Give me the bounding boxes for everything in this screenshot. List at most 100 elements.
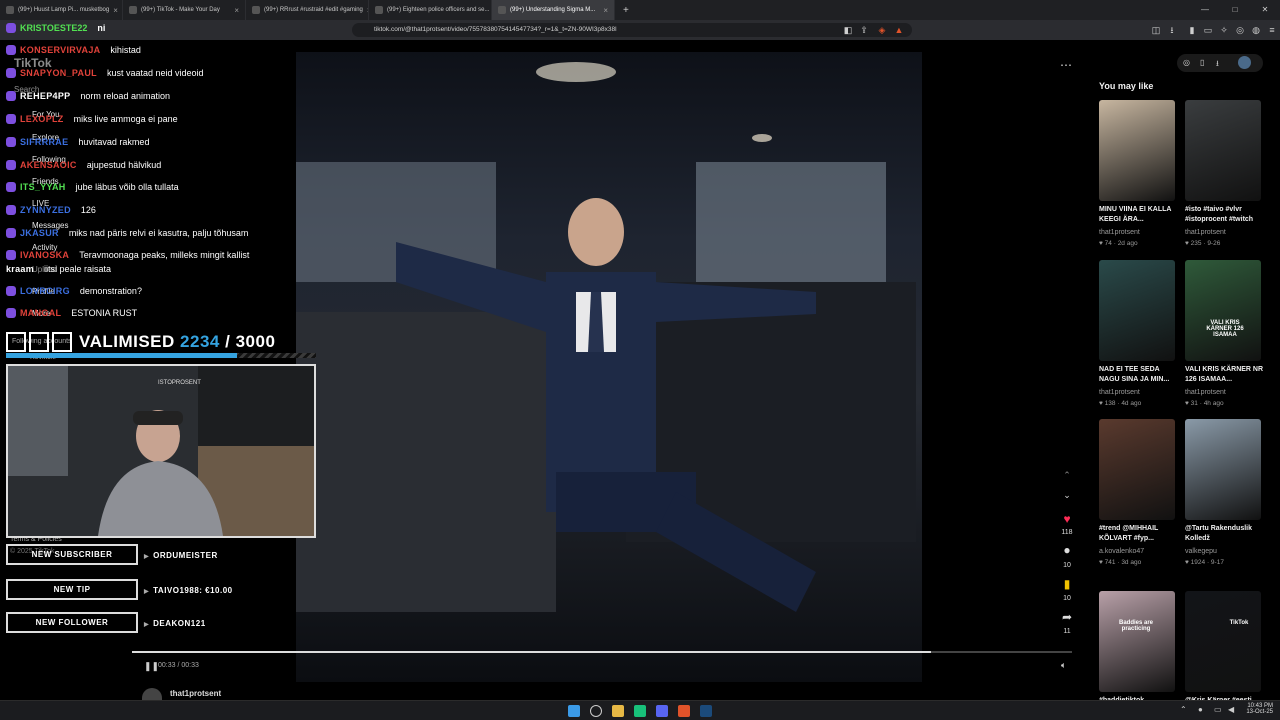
brave-icon[interactable]	[678, 705, 690, 717]
suggestion-author[interactable]: valkegepu	[1185, 548, 1217, 555]
suggestion-thumbnail[interactable]	[1185, 100, 1261, 201]
browser-tab[interactable]: (99+) Eighteen police officers and se...…	[369, 0, 492, 20]
tiktok-icon	[498, 6, 506, 14]
share-icon[interactable]: ⇪	[858, 24, 870, 36]
minimize-icon[interactable]: —	[1190, 0, 1220, 20]
clock-date: 13-Oct-25	[1246, 709, 1273, 715]
goal-progress-fill	[6, 353, 237, 358]
author-name[interactable]: that1protsent	[170, 689, 221, 698]
suggestion-author[interactable]: a.kovalenko47	[1099, 548, 1144, 555]
video-progress-track[interactable]	[132, 651, 1072, 653]
suggestion-title[interactable]: MINU VIINA EI KALLA KEEGI ÄRA...	[1099, 205, 1179, 225]
mic-icon[interactable]: ●	[1198, 705, 1203, 714]
wallet-icon[interactable]: ▭	[1202, 24, 1214, 36]
comment-icon[interactable]: ●	[1060, 543, 1074, 557]
steam-icon[interactable]	[700, 705, 712, 717]
chat-text: ESTONIA RUST	[71, 308, 138, 318]
chat-text: norm reload animation	[80, 91, 170, 101]
sub-badge-icon	[6, 182, 16, 192]
sub-badge-icon	[6, 114, 16, 124]
suggestion-thumbnail[interactable]	[1185, 260, 1261, 361]
author-avatar[interactable]	[142, 688, 162, 700]
suggestion-thumbnail[interactable]	[1099, 260, 1175, 361]
extensions-icon[interactable]: ◫	[1150, 24, 1162, 36]
reader-icon[interactable]: ◧	[842, 24, 854, 36]
tiktok-page: TikTok Search For You Explore Following …	[0, 23, 1280, 704]
suggestion-title[interactable]: @Tartu Rakenduslik Kolledž	[1185, 524, 1265, 544]
clock[interactable]: 10:43 PM 13-Oct-25	[1243, 703, 1273, 715]
sub-badge-icon	[6, 205, 16, 215]
likes-count: 118	[1061, 529, 1073, 536]
suggestion-title[interactable]: NAD EI TEE SEDA NAGU SINA JA MIN...	[1099, 365, 1179, 385]
pause-icon[interactable]: ❚❚	[144, 661, 159, 672]
suggestion-title[interactable]: #trend @MIHHAIL KÕLVART #fyp...	[1099, 524, 1179, 544]
profile-icon[interactable]: ◍	[1250, 24, 1262, 36]
chat-message: ZYNNYZED 126	[6, 202, 96, 218]
sidebar-icon[interactable]: ▮	[1186, 24, 1198, 36]
suggestion-author[interactable]: that1protsent	[1099, 229, 1140, 236]
downloads-icon[interactable]: ⭳	[1166, 24, 1178, 36]
suggestion-thumbnail[interactable]	[1185, 591, 1261, 692]
file-explorer-icon[interactable]	[612, 705, 624, 717]
suggestion-thumbnail[interactable]	[1099, 419, 1175, 520]
suggestion-author[interactable]: that1protsent	[1185, 389, 1226, 396]
suggestion-thumbnail[interactable]	[1185, 419, 1261, 520]
thumbnail-caption: VALI KRIS KÄRNER 126 ISAMAA	[1206, 320, 1244, 338]
rewards-icon[interactable]: ▲	[893, 24, 905, 36]
chevron-up-icon[interactable]: ⌃	[1180, 705, 1187, 714]
chat-username: kraam	[6, 264, 35, 274]
share-arrow-icon[interactable]: ➦	[1060, 610, 1074, 624]
suggestion-thumbnail[interactable]	[1099, 100, 1175, 201]
suggestion-title[interactable]: VALI KRIS KÄRNER NR 126 ISAMAA...	[1185, 365, 1265, 385]
chevron-up-icon[interactable]: ⌃	[1060, 468, 1074, 482]
bookmark-save-icon[interactable]: ▮	[1060, 577, 1074, 591]
close-icon[interactable]: ×	[113, 6, 118, 15]
url-field[interactable]: tiktok.com/@that1protsent/video/75578380…	[352, 23, 912, 37]
alert-value-text: TAIVO1988: €10.00	[153, 586, 233, 595]
vpn-icon[interactable]: ◎	[1234, 24, 1246, 36]
chat-text: ajupestud hälvikud	[86, 160, 162, 170]
discord-icon[interactable]	[656, 705, 668, 717]
suggestion-author[interactable]: that1protsent	[1099, 389, 1140, 396]
browser-tab[interactable]: (99+) TikTok - Make Your Day ×	[123, 0, 246, 20]
chat-username: MANGAL	[20, 308, 62, 318]
suggestion-thumbnail[interactable]	[1099, 591, 1175, 692]
volume-icon[interactable]: 🔈︎	[1061, 660, 1066, 671]
new-tab-button[interactable]: +	[615, 5, 629, 16]
suggestion-author[interactable]: that1protsent	[1185, 229, 1226, 236]
browser-tab-active[interactable]: (99+) Understanding Sigma M... ×	[492, 0, 615, 20]
network-icon[interactable]: ▭	[1214, 705, 1222, 714]
chat-username: KONSERVIRVAJA	[20, 45, 101, 55]
heart-icon[interactable]: ♥	[1060, 512, 1074, 526]
browser-tab[interactable]: (99+) Huust Lamp Pi... musketbog ×	[0, 0, 123, 20]
chevron-down-icon[interactable]: ⌄	[1060, 488, 1074, 502]
app-icon[interactable]	[634, 705, 646, 717]
suggestion-meta: ♥ 138 · 4d ago	[1099, 400, 1141, 407]
chat-text: huvitavad rakmed	[78, 137, 150, 147]
menu-icon[interactable]: ≡	[1266, 24, 1278, 36]
video-player[interactable]	[296, 52, 922, 682]
sub-badge-icon	[6, 228, 16, 238]
shield-icon[interactable]: ◈	[876, 24, 888, 36]
windows-start-icon[interactable]	[568, 705, 580, 717]
chat-username: ZYNNYZED	[20, 205, 71, 215]
volume-icon[interactable]: ◀	[1228, 705, 1234, 714]
search-icon[interactable]	[590, 705, 602, 717]
goal-current: 2234	[180, 332, 220, 351]
download-icon[interactable]: ◎	[1183, 58, 1190, 67]
browser-tab[interactable]: (99+) RRrust #rustraid #edit #gaming×	[246, 0, 369, 20]
suggestion-likes: 741	[1104, 559, 1116, 566]
close-window-icon[interactable]: ✕	[1250, 0, 1280, 20]
close-icon[interactable]: ×	[234, 6, 239, 15]
phone-icon[interactable]: ▯	[1200, 58, 1204, 67]
suggestion-title[interactable]: #isto #taivo #vlvr #istoprocent #twitch	[1185, 205, 1265, 225]
close-icon[interactable]: ×	[603, 6, 608, 15]
channel-name: KRISTOESTE22	[20, 23, 88, 33]
more-options-icon[interactable]: ⋯	[1060, 58, 1072, 72]
tab-label: (99+) Huust Lamp Pi... musketbog	[18, 7, 110, 13]
user-avatar[interactable]	[1238, 56, 1251, 69]
save-download-icon[interactable]: ⭳	[1216, 58, 1219, 72]
leo-icon[interactable]: ✧	[1218, 24, 1230, 36]
chat-text: kihistad	[110, 45, 141, 55]
maximize-icon[interactable]: □	[1220, 0, 1250, 20]
